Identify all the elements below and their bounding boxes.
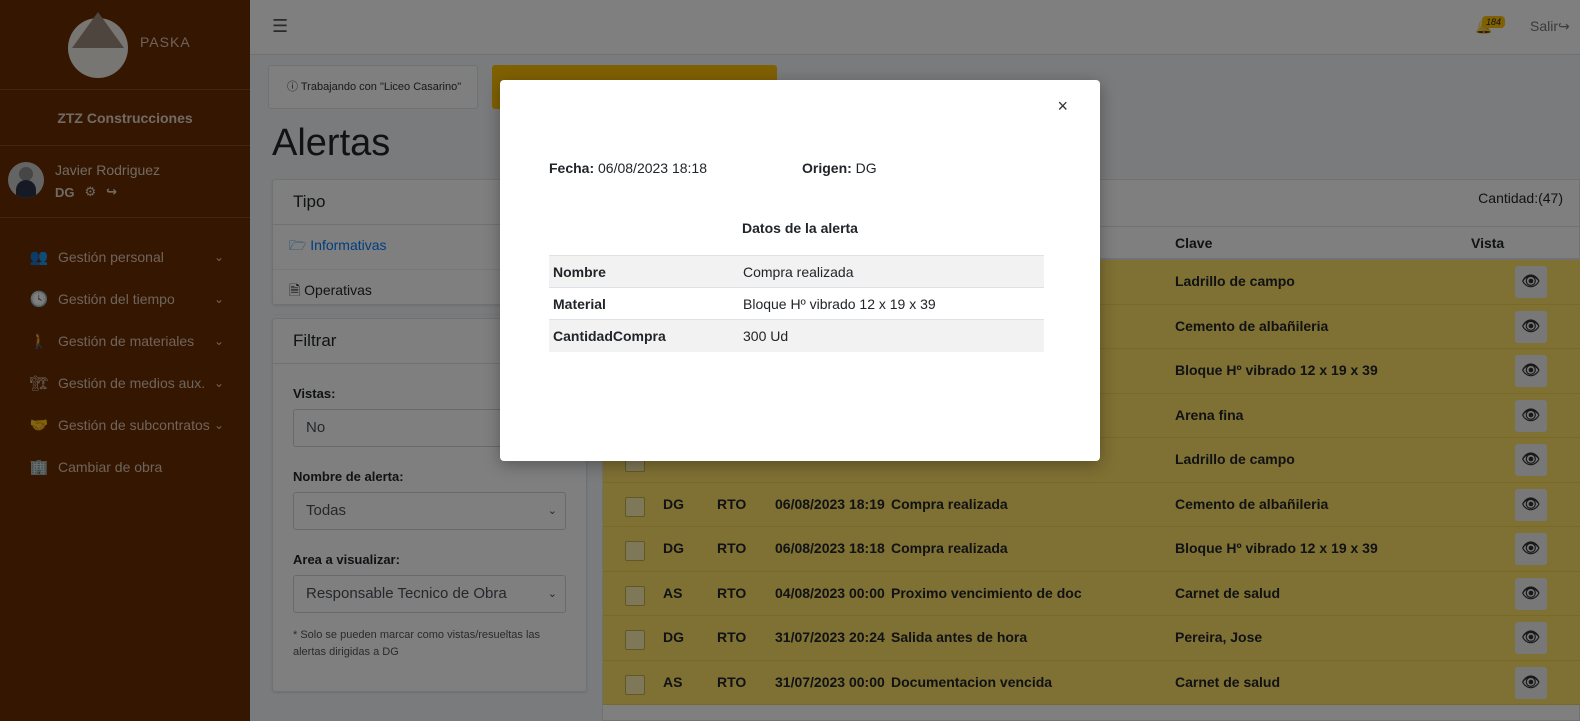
alert-data-row: CantidadCompra 300 Ud xyxy=(549,319,1044,352)
alert-data-row: Material Bloque Hº vibrado 12 x 19 x 39 xyxy=(549,287,1044,320)
alert-data-row: Nombre Compra realizada xyxy=(549,255,1044,288)
modal-fecha: Fecha: 06/08/2023 18:18 xyxy=(549,160,708,176)
field-key: CantidadCompra xyxy=(549,319,739,352)
field-value: Compra realizada xyxy=(739,255,1044,288)
field-value: Bloque Hº vibrado 12 x 19 x 39 xyxy=(739,287,1044,320)
alert-data-table: Nombre Compra realizada Material Bloque Hº … xyxy=(549,255,1044,352)
alert-modal: × Fecha: 06/08/2023 18:18 Origen: DG Dat… xyxy=(500,80,1100,461)
field-value: 300 Ud xyxy=(739,319,1044,352)
close-icon[interactable]: × xyxy=(1057,96,1068,117)
modal-section-title: Datos de la alerta xyxy=(742,220,858,236)
field-key: Nombre xyxy=(549,255,739,288)
modal-origen: Origen: DG xyxy=(802,160,877,176)
field-key: Material xyxy=(549,287,739,320)
